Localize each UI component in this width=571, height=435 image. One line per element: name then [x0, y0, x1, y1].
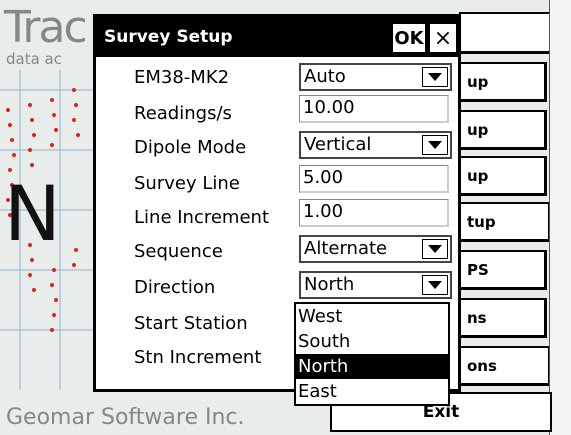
em38-label: EM38-MK2 — [134, 67, 230, 88]
dropdown-option-west[interactable]: West — [296, 304, 448, 329]
dipole-mode-select[interactable]: Vertical — [299, 131, 452, 159]
survey-line-label: Survey Line — [134, 173, 240, 194]
direction-dropdown-list[interactable]: West South North East — [294, 302, 450, 406]
start-station-label: Start Station — [134, 313, 248, 334]
chevron-down-icon[interactable] — [422, 239, 448, 259]
dropdown-option-north[interactable]: North — [296, 354, 448, 379]
direction-value: North — [304, 274, 355, 295]
dropdown-option-south[interactable]: South — [296, 329, 448, 354]
dialog-title: Survey Setup — [104, 27, 233, 47]
sequence-value: Alternate — [304, 238, 388, 259]
window-right-edge — [549, 0, 571, 435]
side-button-3[interactable]: up — [459, 156, 547, 196]
chevron-down-icon[interactable] — [422, 135, 448, 155]
chevron-down-icon[interactable] — [422, 275, 448, 295]
sequence-select[interactable]: Alternate — [299, 235, 452, 263]
side-button-4[interactable]: tup — [459, 202, 551, 242]
em38-select[interactable]: Auto — [299, 63, 452, 91]
em38-value: Auto — [304, 66, 346, 87]
dipole-mode-label: Dipole Mode — [134, 137, 247, 158]
side-button-1[interactable]: up — [459, 62, 547, 102]
side-button-2[interactable]: up — [459, 110, 547, 150]
survey-line-input[interactable]: 5.00 — [299, 165, 449, 193]
app-logo-subtext: data ac — [6, 50, 62, 68]
app-logo-text: Trac — [4, 2, 88, 53]
dialog-titlebar: Survey Setup OK × — [96, 17, 458, 57]
ok-button[interactable]: OK — [392, 23, 426, 53]
svg-text:N: N — [4, 169, 61, 258]
chevron-down-icon[interactable] — [422, 67, 448, 87]
direction-label: Direction — [134, 277, 216, 298]
direction-select[interactable]: North — [299, 271, 452, 299]
survey-map-graphic: N — [0, 70, 100, 390]
side-button-7[interactable]: ons — [459, 346, 551, 386]
readings-label: Readings/s — [134, 103, 232, 124]
footer-company: Geomar Software Inc. — [6, 405, 245, 430]
line-increment-label: Line Increment — [134, 207, 269, 228]
side-button-5[interactable]: PS — [459, 250, 547, 290]
side-button-blank[interactable] — [459, 12, 554, 54]
side-button-6[interactable]: ns — [459, 298, 547, 338]
sequence-label: Sequence — [134, 241, 223, 262]
line-increment-input[interactable]: 1.00 — [299, 199, 449, 227]
close-button[interactable]: × — [429, 23, 457, 53]
dipole-mode-value: Vertical — [304, 134, 372, 155]
readings-input[interactable]: 10.00 — [299, 95, 449, 123]
dropdown-option-east[interactable]: East — [296, 379, 448, 404]
stn-increment-label: Stn Increment — [134, 347, 262, 368]
